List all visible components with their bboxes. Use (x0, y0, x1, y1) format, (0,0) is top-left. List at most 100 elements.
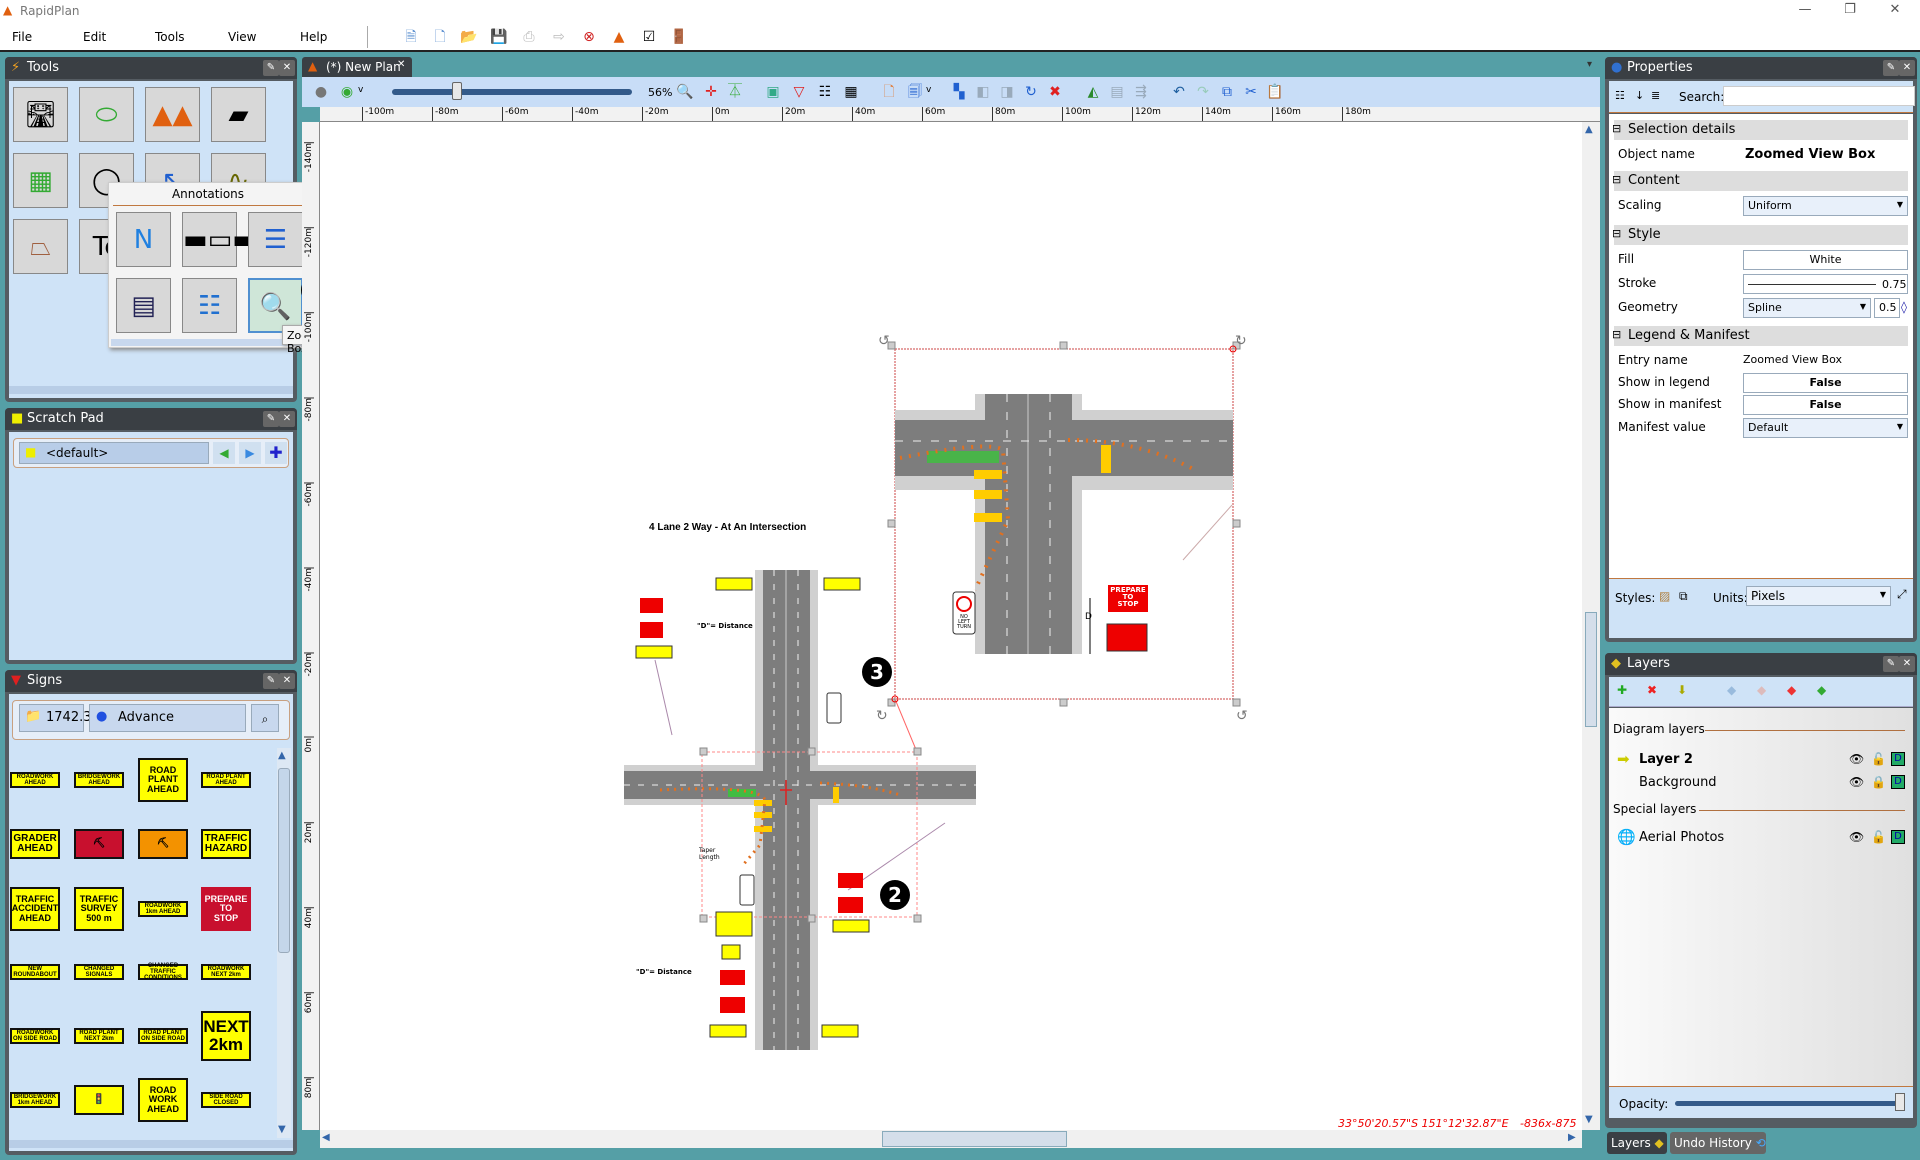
open-icon[interactable]: 📂 (460, 28, 478, 46)
globe-icon[interactable]: ● (312, 83, 330, 101)
distribute-icon[interactable]: ⇶ (1132, 83, 1150, 101)
section-legend-manifest[interactable]: Legend & Manifest (1612, 326, 1908, 346)
cone-icon[interactable]: ▲ (610, 28, 628, 46)
close-panel-button[interactable]: ✕ (1899, 656, 1915, 672)
pin-button[interactable]: ✎ (1883, 656, 1899, 672)
geometry-spinner[interactable]: 0.5 (1874, 298, 1900, 318)
sign-item[interactable]: SIDE ROAD CLOSED (201, 1092, 251, 1108)
close-tab-icon[interactable]: ✕ (397, 59, 405, 70)
redo-icon[interactable]: ↷ (1194, 83, 1212, 101)
close-panel-button[interactable]: ✕ (279, 673, 295, 689)
merge-layer-icon[interactable]: ⬇ (1677, 683, 1687, 697)
flip-icon[interactable]: ◭ (1084, 83, 1102, 101)
entry-name-value[interactable]: Zoomed View Box (1743, 353, 1842, 366)
opacity-slider-thumb[interactable] (1895, 1093, 1905, 1111)
add-button[interactable]: ✚ (265, 442, 287, 464)
sign-code-button[interactable]: 📁 1742.3 (19, 704, 92, 732)
layer-row[interactable]: Background 👁 🔒 D (1609, 773, 1913, 795)
table-icon[interactable]: ▤ (116, 278, 171, 333)
polygon-tool-icon[interactable]: ⏢ (13, 219, 68, 274)
sign-item[interactable]: TRAFFIC SURVEY 500 m (74, 887, 124, 931)
vertical-scrollbar[interactable]: ▲ ▼ (1582, 122, 1600, 1130)
page-setup-icon[interactable]: 🗐 (906, 83, 924, 101)
manifest-value-select[interactable]: Default ▼ (1743, 418, 1908, 438)
layer-bottom-icon[interactable]: ◆ (1817, 683, 1826, 697)
pin-button[interactable]: ✎ (1883, 60, 1899, 76)
scratch-pad-select[interactable]: ■ <default> (19, 442, 209, 464)
search-signs-button[interactable]: ⌕ (251, 704, 279, 732)
horizontal-scrollbar[interactable]: ◀ ▶ (320, 1130, 1582, 1148)
menu-edit[interactable]: Edit (83, 30, 106, 44)
print-icon[interactable]: ⎙ (520, 28, 538, 46)
scrollbar-thumb[interactable] (882, 1131, 1067, 1147)
layer-top-icon[interactable]: ◆ (1787, 683, 1796, 697)
sign-item[interactable]: GRADER AHEAD (10, 829, 60, 859)
scaling-select[interactable]: Uniform ▼ (1743, 196, 1908, 216)
categorized-icon[interactable]: ☷ (1615, 89, 1625, 102)
cut-icon[interactable]: ✂ (1242, 83, 1260, 101)
opacity-slider[interactable] (1675, 1101, 1905, 1106)
pin-button[interactable]: ✎ (263, 673, 279, 689)
restore-button[interactable]: ❐ (1835, 2, 1865, 20)
sign-item[interactable]: ROAD PLANT ON SIDE ROAD (138, 1028, 188, 1044)
tab-layers[interactable]: Layers ◆ (1607, 1132, 1667, 1154)
manifest-icon[interactable]: ☷ (182, 278, 237, 333)
pin-button[interactable]: ✎ (263, 60, 279, 76)
rotate-icon[interactable]: ↻ (1022, 83, 1040, 101)
styles-icon[interactable]: ▨ (1659, 589, 1670, 603)
scrollbar-thumb[interactable] (278, 768, 290, 953)
close-icon[interactable]: ⊗ (580, 28, 598, 46)
sign-item[interactable]: NEW ROUNDABOUT (10, 964, 60, 980)
lock-icon[interactable]: 🔒 (1871, 775, 1886, 789)
area-tool-icon[interactable]: ▦ (13, 153, 68, 208)
sign-item[interactable]: TRAFFIC ACCIDENT AHEAD (10, 887, 60, 931)
scale-bar-icon[interactable]: ▬▭▬ (182, 212, 257, 267)
sign-item[interactable]: ROAD WORK AHEAD (138, 1078, 188, 1122)
layer-down-icon[interactable]: ◆ (1757, 683, 1766, 697)
legend-icon[interactable]: ☷ (816, 83, 834, 101)
image-icon[interactable]: ▣ (764, 83, 782, 101)
close-panel-button[interactable]: ✕ (1899, 60, 1915, 76)
table-icon[interactable]: ▦ (842, 83, 860, 101)
list-icon[interactable]: ≣ (1651, 89, 1660, 102)
layer-up-icon[interactable]: ◆ (1727, 683, 1736, 697)
menu-help[interactable]: Help (300, 30, 327, 44)
menu-view[interactable]: View (228, 30, 256, 44)
paste-icon[interactable]: 📋 (1266, 83, 1284, 101)
sign-item[interactable]: ROADWORK ON SIDE ROAD (10, 1028, 60, 1044)
pin-button[interactable]: ✎ (263, 411, 279, 427)
check-icon[interactable]: ☑ (640, 28, 658, 46)
add-layer-icon[interactable]: ✚ (1617, 683, 1627, 697)
units-select[interactable]: Pixels ▼ (1746, 586, 1891, 606)
exit-icon[interactable]: 🚪 (670, 28, 688, 46)
eye-icon[interactable]: 👁 (1849, 752, 1864, 766)
special-layer-row[interactable]: 🌐 Aerial Photos 👁 🔓 D (1609, 828, 1913, 850)
save-icon[interactable]: 💾 (490, 28, 508, 46)
zoom-icon[interactable]: 🔍 (676, 83, 694, 101)
sign-item[interactable]: ROAD PLANT AHEAD (201, 772, 251, 788)
show-in-manifest-toggle[interactable]: False (1743, 395, 1908, 415)
sign-item[interactable]: TRAFFIC HAZARD (201, 829, 251, 859)
align-icon[interactable]: ▤ (1108, 83, 1126, 101)
tab-undo-history[interactable]: Undo History ⟲ (1670, 1132, 1766, 1154)
sign-category-select[interactable]: ● Advance (89, 704, 246, 732)
cones-tool-icon[interactable]: ▲▲ (145, 87, 200, 142)
eye-icon[interactable]: 👁 (1849, 775, 1864, 789)
previous-button[interactable]: ◀ (213, 442, 235, 464)
sign-item[interactable]: NEXT 2km (201, 1011, 251, 1061)
page-icon[interactable]: 🗋 (880, 83, 898, 101)
sign-item[interactable]: ROAD PLANT AHEAD (138, 758, 188, 802)
show-in-legend-toggle[interactable]: False (1743, 373, 1908, 393)
north-arrow-icon[interactable]: N (116, 212, 171, 267)
menu-tools[interactable]: Tools (155, 30, 185, 44)
dropdown-chevron-icon[interactable]: v (926, 85, 931, 95)
sign-item[interactable]: BRIDGEWORK 1km AHEAD (10, 1092, 60, 1108)
zoom-slider[interactable] (392, 89, 632, 95)
bring-front-icon[interactable]: ◧ (974, 83, 992, 101)
close-panel-button[interactable]: ✕ (279, 60, 295, 76)
display-icon[interactable]: D (1891, 752, 1905, 766)
sign-item[interactable]: 🚦 (74, 1085, 124, 1115)
signs-scrollbar[interactable]: ▲ ▼ (277, 748, 291, 1138)
sign-item[interactable]: BRIDGEWORK AHEAD (74, 772, 124, 788)
search-input[interactable] (1723, 86, 1915, 106)
